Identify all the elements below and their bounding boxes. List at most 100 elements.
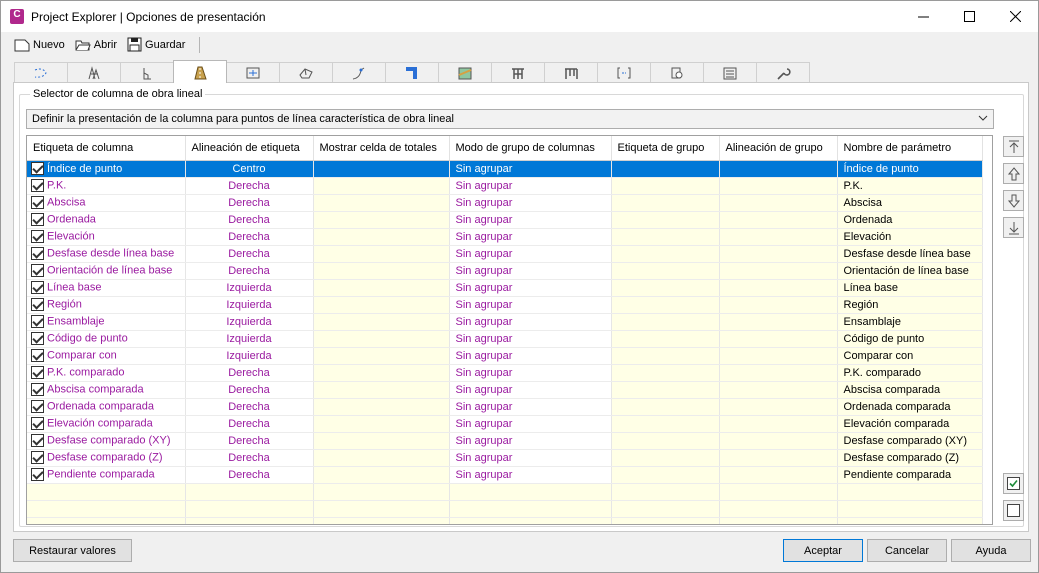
cell-column-label[interactable]: Desfase comparado (XY) [27, 432, 186, 450]
cell-group-label[interactable] [611, 398, 720, 416]
col-header-parameter-name[interactable]: Nombre de parámetro [837, 136, 983, 161]
cell-group-mode[interactable]: Sin agrupar [449, 262, 612, 280]
cell-label-alignment[interactable]: Derecha [185, 211, 314, 229]
col-header-group-mode[interactable]: Modo de grupo de columnas [449, 136, 612, 161]
check-all-button[interactable] [1003, 473, 1024, 494]
cell-column-label[interactable]: Elevación [27, 228, 186, 246]
cell-label-alignment[interactable]: Izquierda [185, 296, 314, 314]
cell-group-alignment[interactable] [719, 194, 838, 212]
cell-label-alignment[interactable]: Izquierda [185, 313, 314, 331]
tab-structures[interactable] [491, 62, 545, 83]
table-row[interactable]: Código de punto Izquierda Sin agrupar Códig… [27, 330, 983, 348]
cell-group-label[interactable] [611, 177, 720, 195]
table-row[interactable]: Desfase desde línea base Derecha Sin agrup… [27, 245, 983, 263]
row-visibility-checkbox[interactable] [31, 247, 44, 260]
table-row[interactable]: Elevación comparada Derecha Sin agrupar Ele… [27, 415, 983, 433]
cell-group-label[interactable] [611, 415, 720, 433]
cell-column-label[interactable]: Pendiente comparada [27, 466, 186, 484]
cell-group-label[interactable] [611, 313, 720, 331]
tab-sample-lines[interactable] [226, 62, 280, 83]
cell-label-alignment[interactable]: Derecha [185, 194, 314, 212]
cell-group-alignment[interactable] [719, 245, 838, 263]
cell-group-alignment[interactable] [719, 381, 838, 399]
table-row[interactable]: Ordenada comparada Derecha Sin agrupar Orde… [27, 398, 983, 416]
cell-group-mode[interactable]: Sin agrupar [449, 347, 612, 365]
tab-profiles[interactable] [120, 62, 174, 83]
table-row[interactable]: Orientación de línea base Derecha Sin agru… [27, 262, 983, 280]
cell-label-alignment[interactable]: Izquierda [185, 347, 314, 365]
tab-quantities[interactable] [650, 62, 704, 83]
column-selector-dropdown[interactable]: Definir la presentación de la columna pa… [26, 109, 994, 129]
cell-column-label[interactable]: Ensamblaje [27, 313, 186, 331]
cell-group-mode[interactable]: Sin agrupar [449, 177, 612, 195]
row-visibility-checkbox[interactable] [31, 451, 44, 464]
cell-show-totals[interactable] [313, 449, 450, 467]
tab-general[interactable] [14, 62, 68, 83]
cell-group-label[interactable] [611, 296, 720, 314]
cell-column-label[interactable]: Elevación comparada [27, 415, 186, 433]
cell-group-mode[interactable]: Sin agrupar [449, 466, 612, 484]
row-visibility-checkbox[interactable] [31, 332, 44, 345]
table-row[interactable]: P.K. comparado Derecha Sin agrupar P.K. com… [27, 364, 983, 382]
table-row[interactable]: Abscisa comparada Derecha Sin agrupar Absci… [27, 381, 983, 399]
cell-group-alignment[interactable] [719, 313, 838, 331]
row-visibility-checkbox[interactable] [31, 468, 44, 481]
cell-group-mode[interactable]: Sin agrupar [449, 330, 612, 348]
cell-group-mode[interactable]: Sin agrupar [449, 449, 612, 467]
row-visibility-checkbox[interactable] [31, 213, 44, 226]
cell-group-alignment[interactable] [719, 432, 838, 450]
move-top-button[interactable] [1003, 136, 1024, 157]
cell-column-label[interactable]: Índice de punto [27, 160, 186, 178]
cell-group-mode[interactable]: Sin agrupar [449, 415, 612, 433]
cell-show-totals[interactable] [313, 432, 450, 450]
row-visibility-checkbox[interactable] [31, 366, 44, 379]
tab-table[interactable] [703, 62, 757, 83]
cell-group-alignment[interactable] [719, 262, 838, 280]
cell-column-label[interactable]: Comparar con [27, 347, 186, 365]
tab-surfaces[interactable] [279, 62, 333, 83]
cell-label-alignment[interactable]: Izquierda [185, 330, 314, 348]
cell-label-alignment[interactable]: Derecha [185, 466, 314, 484]
tab-pipe-networks[interactable] [385, 62, 439, 83]
cell-group-mode[interactable]: Sin agrupar [449, 313, 612, 331]
tab-points[interactable] [597, 62, 651, 83]
row-visibility-checkbox[interactable] [31, 196, 44, 209]
cell-column-label[interactable]: Ordenada comparada [27, 398, 186, 416]
open-button[interactable]: Abrir [75, 38, 117, 52]
cell-group-mode[interactable]: Sin agrupar [449, 432, 612, 450]
tab-settings[interactable] [756, 62, 810, 83]
cell-group-alignment[interactable] [719, 415, 838, 433]
cell-group-alignment[interactable] [719, 211, 838, 229]
cell-show-totals[interactable] [313, 364, 450, 382]
cell-column-label[interactable]: Desfase desde línea base [27, 245, 186, 263]
cell-label-alignment[interactable]: Centro [185, 160, 314, 178]
cell-group-alignment[interactable] [719, 330, 838, 348]
cell-group-alignment[interactable] [719, 228, 838, 246]
cell-show-totals[interactable] [313, 211, 450, 229]
cell-group-label[interactable] [611, 262, 720, 280]
table-row[interactable]: Región Izquierda Sin agrupar Región [27, 296, 983, 314]
cell-group-label[interactable] [611, 449, 720, 467]
move-down-button[interactable] [1003, 190, 1024, 211]
table-row[interactable]: Índice de punto Centro Sin agrupar Índice d… [27, 160, 983, 178]
row-visibility-checkbox[interactable] [31, 298, 44, 311]
table-row[interactable]: Ensamblaje Izquierda Sin agrupar Ensamblaje [27, 313, 983, 331]
save-button[interactable]: Guardar [127, 37, 185, 52]
cell-group-label[interactable] [611, 381, 720, 399]
maximize-button[interactable] [946, 1, 992, 32]
cell-group-mode[interactable]: Sin agrupar [449, 228, 612, 246]
cell-show-totals[interactable] [313, 228, 450, 246]
cell-label-alignment[interactable]: Derecha [185, 228, 314, 246]
cell-show-totals[interactable] [313, 466, 450, 484]
cell-column-label[interactable]: Abscisa comparada [27, 381, 186, 399]
cell-column-label[interactable]: Código de punto [27, 330, 186, 348]
col-header-show-totals[interactable]: Mostrar celda de totales [313, 136, 450, 161]
cell-show-totals[interactable] [313, 415, 450, 433]
tab-corridors[interactable] [173, 60, 227, 83]
col-header-group-alignment[interactable]: Alineación de grupo [719, 136, 838, 161]
cell-show-totals[interactable] [313, 347, 450, 365]
cell-group-label[interactable] [611, 160, 720, 178]
cell-group-label[interactable] [611, 279, 720, 297]
restore-defaults-button[interactable]: Restaurar valores [13, 539, 132, 562]
row-visibility-checkbox[interactable] [31, 417, 44, 430]
